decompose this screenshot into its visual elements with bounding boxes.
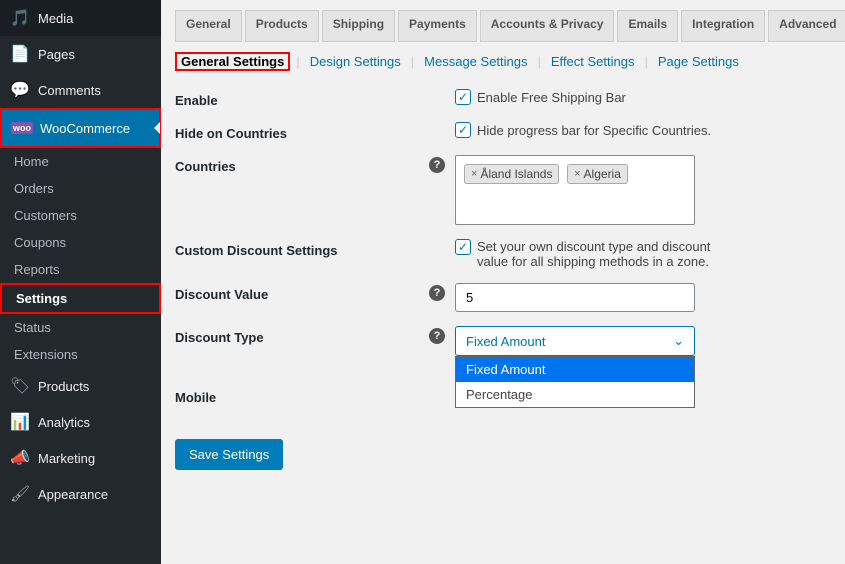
country-tag[interactable]: ×Algeria [567,164,628,184]
discount-type-option[interactable]: Percentage [456,382,694,407]
enable-checkbox[interactable]: ✓ [455,89,471,105]
custom-discount-label: Custom Discount Settings [175,239,455,258]
subtab-general-settings[interactable]: General Settings [177,52,288,71]
remove-tag-icon[interactable]: × [574,168,580,180]
tab-accounts-privacy[interactable]: Accounts & Privacy [480,10,615,42]
discount-type-option[interactable]: Fixed Amount [456,357,694,382]
admin-sidebar: 🎵Media 📄Pages 💬Comments wooWooCommerce H… [0,0,161,564]
marketing-icon: 📣 [10,448,30,468]
tab-products[interactable]: Products [245,10,319,42]
custom-discount-text: Set your own discount type and discount … [477,239,737,269]
help-icon[interactable]: ? [429,328,445,344]
discount-value-input[interactable] [455,283,695,312]
sidebar-sub-home[interactable]: Home [0,148,161,175]
settings-tabs: General Products Shipping Payments Accou… [175,10,831,42]
subtab-effect-settings[interactable]: Effect Settings [547,52,639,71]
tab-payments[interactable]: Payments [398,10,477,42]
mobile-label: Mobile [175,386,455,405]
sidebar-item-appearance[interactable]: 🖌Appearance [0,476,161,512]
settings-main: General Products Shipping Payments Accou… [161,0,845,564]
sidebar-item-media[interactable]: 🎵Media [0,0,161,36]
remove-tag-icon[interactable]: × [471,168,477,180]
sidebar-item-analytics[interactable]: 📊Analytics [0,404,161,440]
settings-subtabs: General Settings| Design Settings| Messa… [175,52,831,71]
tab-general[interactable]: General [175,10,242,42]
sidebar-item-pages[interactable]: 📄Pages [0,36,161,72]
products-icon: 🏷 [10,376,30,396]
pages-icon: 📄 [10,44,30,64]
subtab-page-settings[interactable]: Page Settings [654,52,743,71]
sidebar-sub-extensions[interactable]: Extensions [0,341,161,368]
subtab-message-settings[interactable]: Message Settings [420,52,531,71]
sidebar-sub-settings[interactable]: Settings [2,285,159,312]
custom-discount-checkbox[interactable]: ✓ [455,239,471,255]
sidebar-sub-status[interactable]: Status [0,314,161,341]
media-icon: 🎵 [10,8,30,28]
discount-type-dropdown: Fixed Amount Percentage [455,356,695,408]
subtab-design-settings[interactable]: Design Settings [306,52,405,71]
discount-type-label: Discount Type? [175,326,455,345]
hide-countries-checkbox[interactable]: ✓ [455,122,471,138]
sidebar-item-marketing[interactable]: 📣Marketing [0,440,161,476]
woocommerce-icon: woo [12,118,32,138]
countries-input[interactable]: ×Åland Islands ×Algeria [455,155,695,225]
discount-type-select[interactable]: Fixed Amount⌄ [455,326,695,356]
tab-shipping[interactable]: Shipping [322,10,395,42]
tab-advanced[interactable]: Advanced [768,10,845,42]
analytics-icon: 📊 [10,412,30,432]
appearance-icon: 🖌 [10,484,30,504]
sidebar-item-woocommerce[interactable]: wooWooCommerce [2,110,159,146]
tab-integration[interactable]: Integration [681,10,765,42]
enable-text: Enable Free Shipping Bar [477,90,626,105]
sidebar-sub-reports[interactable]: Reports [0,256,161,283]
hide-countries-text: Hide progress bar for Specific Countries… [477,123,711,138]
hide-countries-label: Hide on Countries [175,122,455,141]
tab-emails[interactable]: Emails [617,10,678,42]
comments-icon: 💬 [10,80,30,100]
save-settings-button[interactable]: Save Settings [175,439,283,470]
sidebar-sub-coupons[interactable]: Coupons [0,229,161,256]
country-tag[interactable]: ×Åland Islands [464,164,559,184]
sidebar-item-comments[interactable]: 💬Comments [0,72,161,108]
sidebar-submenu: Home Orders Customers Coupons Reports Se… [0,148,161,368]
help-icon[interactable]: ? [429,285,445,301]
help-icon[interactable]: ? [429,157,445,173]
countries-label: Countries? [175,155,455,174]
sidebar-sub-orders[interactable]: Orders [0,175,161,202]
sidebar-item-products[interactable]: 🏷Products [0,368,161,404]
enable-label: Enable [175,89,455,108]
chevron-down-icon: ⌄ [673,333,684,349]
sidebar-sub-customers[interactable]: Customers [0,202,161,229]
discount-value-label: Discount Value? [175,283,455,302]
